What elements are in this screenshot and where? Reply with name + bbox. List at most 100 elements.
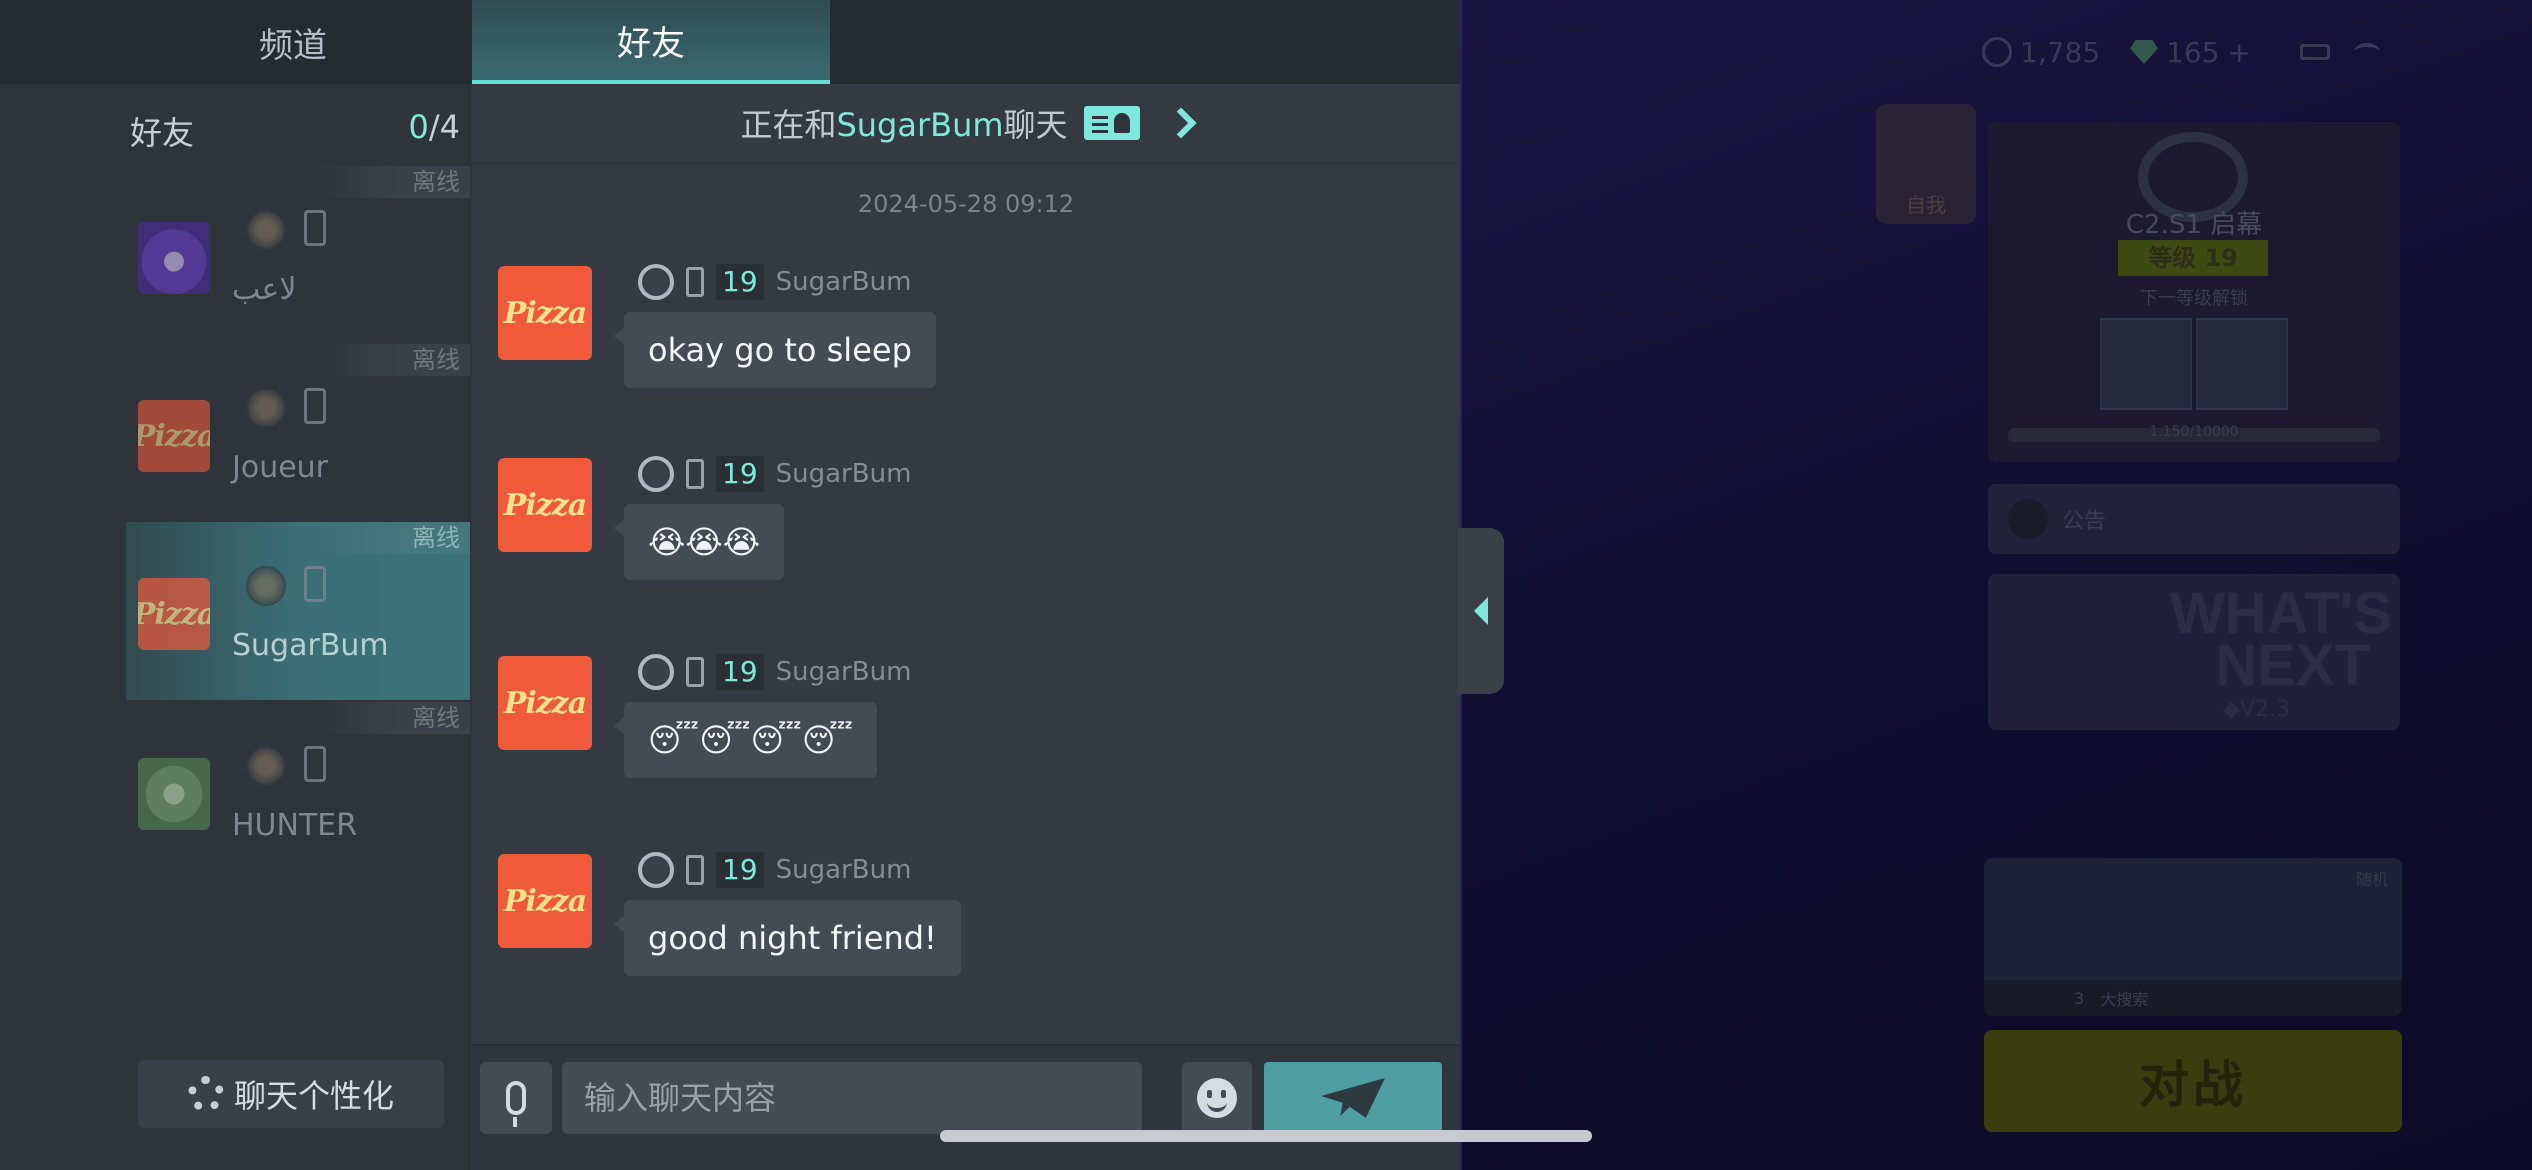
friend-name: SugarBum xyxy=(232,628,389,663)
mode-footer: 3 大搜索 xyxy=(1984,980,2402,1016)
gear-icon xyxy=(187,1076,224,1112)
friends-header: 好友 0/4 xyxy=(130,108,460,158)
friend-item-hunter[interactable]: 离线 HUNTER xyxy=(126,702,470,880)
sender-name: SugarBum xyxy=(775,855,912,885)
friend-name: لاعب xyxy=(232,272,297,307)
sender-avatar[interactable]: Pizza xyxy=(498,854,592,948)
wifi-icon xyxy=(2354,43,2380,61)
monster-avatar xyxy=(138,222,210,294)
sender-name: SugarBum xyxy=(775,459,912,489)
sender-name: SugarBum xyxy=(775,267,912,297)
offline-badge: 离线 xyxy=(310,702,470,734)
chat-partner-name: SugarBum xyxy=(836,106,1004,144)
add-gems-button: + xyxy=(2227,35,2251,69)
news-banner: WHAT'S NEXT ◆V2.3 xyxy=(1988,574,2400,730)
rank-badge-icon xyxy=(246,566,286,606)
news-version: ◆V2.3 xyxy=(2223,697,2290,722)
level-badge: 19 xyxy=(716,264,764,300)
battery-icon xyxy=(2300,44,2330,60)
rank-badge-icon xyxy=(246,388,286,428)
coin-icon xyxy=(1982,37,2012,67)
season-xp-text: 1,150/10000 xyxy=(2149,424,2239,440)
sender-avatar[interactable]: Pizza xyxy=(498,656,592,750)
friends-label: 好友 xyxy=(130,114,195,152)
home-indicator[interactable] xyxy=(940,1130,1592,1142)
rank-badge-icon xyxy=(638,654,674,690)
friends-online-count: 0 xyxy=(408,108,429,146)
season-title: C2.S1 启幕 xyxy=(2125,210,2263,240)
offline-badge: 离线 xyxy=(310,344,470,376)
chat-timestamp: 2024-05-28 09:12 xyxy=(857,190,1075,218)
mobile-device-icon xyxy=(304,746,326,782)
chat-header-title: 正在和SugarBum聊天 xyxy=(740,106,1068,144)
game-mode-card: 随机 3 大搜索 xyxy=(1984,858,2402,1016)
level-badge: 19 xyxy=(716,852,764,888)
message-meta: 19 SugarBum xyxy=(638,262,911,302)
chat-customize-button[interactable]: 聊天个性化 xyxy=(138,1060,444,1128)
friends-count: 0/4 xyxy=(409,108,461,158)
mobile-device-icon xyxy=(686,657,704,687)
message-bubble: okay go to sleep xyxy=(614,312,936,388)
rank-badge-icon xyxy=(638,264,674,300)
voice-button[interactable] xyxy=(480,1062,552,1134)
message-meta: 19 SugarBum xyxy=(638,652,911,692)
sender-avatar[interactable]: Pizza xyxy=(498,266,592,360)
hunter-avatar xyxy=(138,758,210,830)
tab-channel[interactable]: 频道 xyxy=(114,0,472,84)
chat-customize-label: 聊天个性化 xyxy=(233,1077,394,1115)
smiley-icon xyxy=(1197,1078,1237,1118)
chat-message: Pizza 19 SugarBum good night friend! xyxy=(472,842,1460,1002)
friend-name: HUNTER xyxy=(232,808,358,843)
chat-panel: 频道 好友 好友 0/4 离线 لاعب 离线 Pizza Joueur 离线 … xyxy=(0,0,1460,1170)
season-level: 等级 19 xyxy=(2118,240,2268,276)
friend-item-laeb[interactable]: 离线 لاعب xyxy=(126,166,470,344)
chat-tab-bar: 频道 好友 xyxy=(0,0,1460,84)
announcement-icon xyxy=(2008,499,2048,539)
chat-message: Pizza 19 SugarBum 😴😴😴😴 xyxy=(472,644,1460,804)
coin-value: 1,785 xyxy=(2020,35,2101,69)
mode-name: 大搜索 xyxy=(2100,990,2149,1009)
level-badge: 19 xyxy=(716,456,764,492)
message-meta: 19 SugarBum xyxy=(638,454,911,494)
chat-input-bar xyxy=(472,1044,1460,1170)
collapse-chat-button[interactable] xyxy=(1458,528,1504,694)
offline-badge: 离线 xyxy=(310,522,470,554)
send-button[interactable] xyxy=(1264,1062,1442,1134)
emoji-button[interactable] xyxy=(1182,1062,1252,1134)
rank-badge-icon xyxy=(638,456,674,492)
mobile-device-icon xyxy=(304,388,326,424)
paper-plane-icon xyxy=(1321,1078,1385,1118)
level-badge: 19 xyxy=(716,654,764,690)
rank-badge-icon xyxy=(638,852,674,888)
profile-card-icon[interactable] xyxy=(1083,106,1140,140)
friend-item-joueur[interactable]: 离线 Pizza Joueur xyxy=(126,344,470,522)
reward-character-icon xyxy=(2196,318,2288,410)
gem-value: 165 xyxy=(2166,35,2220,69)
friend-name: Joueur xyxy=(232,450,329,485)
chat-area: 正在和SugarBum聊天 2024-05-28 09:12 Pizza 19 … xyxy=(472,84,1460,1170)
message-bubble: 😴😴😴😴 xyxy=(613,702,878,778)
coin-counter: 1,785 xyxy=(1982,30,2142,74)
friend-item-sugarbum[interactable]: 离线 Pizza SugarBum xyxy=(126,522,470,700)
mobile-device-icon xyxy=(686,459,704,489)
friends-total-count: /4 xyxy=(428,108,460,146)
tab-friends[interactable]: 好友 xyxy=(472,0,830,84)
mobile-device-icon xyxy=(686,855,704,885)
friends-list: 好友 0/4 离线 لاعب 离线 Pizza Joueur 离线 Pizza … xyxy=(0,84,470,1170)
sender-avatar[interactable]: Pizza xyxy=(498,458,592,552)
mobile-device-icon xyxy=(304,210,326,246)
announcement-card: 公告 xyxy=(1988,484,2400,554)
triangle-left-icon xyxy=(1474,597,1488,625)
gem-icon xyxy=(2130,40,2158,64)
player-avatar: 自我 xyxy=(1876,104,1976,224)
sender-name: SugarBum xyxy=(775,657,912,687)
season-pass-card: C2.S1 启幕 等级 19 下一等级解锁 1,150/10000 xyxy=(1988,122,2400,462)
status-icons xyxy=(2300,34,2380,70)
chat-header[interactable]: 正在和SugarBum聊天 xyxy=(472,84,1460,164)
chat-message: Pizza 19 SugarBum 😭😭😭 xyxy=(472,446,1460,606)
chat-input[interactable] xyxy=(562,1062,1142,1134)
offline-badge: 离线 xyxy=(310,166,470,198)
message-bubble: 😭😭😭 xyxy=(613,504,785,580)
chevron-right-icon[interactable] xyxy=(1164,107,1197,139)
rank-badge-icon xyxy=(246,746,286,786)
